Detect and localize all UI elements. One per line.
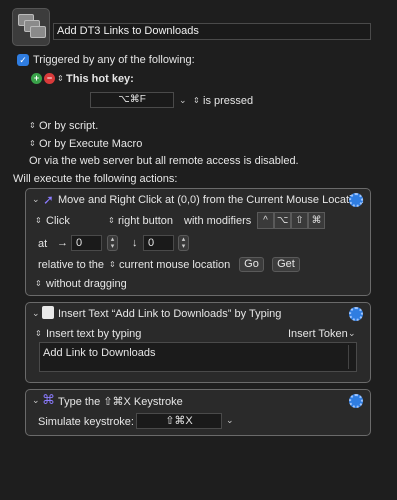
mode-updown-icon[interactable]: ⇕ [35,329,42,338]
is-pressed-select[interactable]: is pressed [203,95,253,107]
shift-modifier-button[interactable]: ⇧ [291,212,308,229]
or-by-execute-macro[interactable]: Or by Execute Macro [39,138,142,150]
action-type-keystroke[interactable]: ⌄ ⌘ Type the ⇧⌘X Keystroke Simulate keys… [25,389,371,436]
gear-icon[interactable] [349,193,363,207]
keystroke-field[interactable]: ⇧⌘X [136,413,222,429]
trigger-type-updown-icon[interactable]: ⇕ [57,74,64,83]
hotkey-field[interactable]: ⌥⌘F [90,92,174,108]
keystroke-chevron-icon[interactable]: ⌄ [226,415,234,426]
with-modifiers-label: with modifiers [184,215,252,227]
scrollbar[interactable] [348,345,354,369]
action-title: Type the ⇧⌘X Keystroke [58,396,183,408]
mouse-cursor-icon: ➚ [43,192,54,207]
remove-trigger-icon[interactable]: − [44,73,55,84]
insert-token-chevron-icon[interactable]: ⌄ [348,328,356,339]
option-modifier-button[interactable]: ⌥ [274,212,291,229]
script-updown-icon[interactable]: ⇕ [29,121,36,130]
x-arrow-icon: → [57,237,68,249]
web-server-note: Or via the web server but all remote acc… [29,155,299,167]
insert-mode-select[interactable]: Insert text by typing [46,328,141,340]
hotkey-chevron-icon[interactable]: ⌄ [179,95,187,106]
execute-updown-icon[interactable]: ⇕ [29,139,36,148]
y-stepper[interactable]: ▴ ▾ [178,235,189,251]
clipboard-icon [42,306,54,319]
action-move-click[interactable]: ⌄ ➚ Move and Right Click at (0,0) from t… [25,188,371,296]
gear-icon[interactable] [349,307,363,321]
window-glyph-icon [30,26,46,38]
x-field[interactable]: 0 [71,235,102,251]
disclosure-chevron-icon[interactable]: ⌄ [32,308,40,319]
go-button[interactable]: Go [239,257,264,272]
macro-icon [12,8,50,46]
or-by-script[interactable]: Or by script. [39,120,98,132]
command-key-icon: ⌘ [42,392,55,407]
click-select[interactable]: Click [46,215,70,227]
triggered-checkbox[interactable]: ✓ [17,54,29,66]
at-label: at [38,238,48,250]
disclosure-chevron-icon[interactable]: ⌄ [32,395,40,406]
macro-name-field[interactable]: Add DT3 Links to Downloads [53,23,371,40]
relative-updown-icon[interactable]: ⇕ [109,260,116,269]
y-field[interactable]: 0 [143,235,174,251]
add-trigger-icon[interactable]: + [31,73,42,84]
drag-updown-icon[interactable]: ⇕ [35,279,42,288]
command-modifier-button[interactable]: ⌘ [308,212,325,229]
triggered-by-label: Triggered by any of the following: [33,54,195,66]
insert-token-menu[interactable]: Insert Token [288,328,348,340]
text-area[interactable]: Add Link to Downloads [39,342,357,372]
click-updown-icon[interactable]: ⇕ [35,216,42,225]
text-area-value: Add Link to Downloads [43,347,156,359]
button-select[interactable]: right button [118,215,173,227]
hotkey-label: This hot key: [66,73,134,85]
action-title: Insert Text “Add Link to Downloads” by T… [58,308,282,320]
button-updown-icon[interactable]: ⇕ [108,216,115,225]
simulate-keystroke-label: Simulate keystroke: [38,416,134,428]
get-button[interactable]: Get [272,257,300,272]
gear-icon[interactable] [349,394,363,408]
relative-select[interactable]: current mouse location [119,259,230,271]
disclosure-chevron-icon[interactable]: ⌄ [32,194,40,205]
action-title: Move and Right Click at (0,0) from the C… [58,194,364,206]
x-stepper[interactable]: ▴ ▾ [107,235,118,251]
control-modifier-button[interactable]: ^ [257,212,274,229]
is-pressed-updown-icon[interactable]: ⇕ [193,96,200,105]
y-arrow-icon: ↓ [132,237,138,249]
action-insert-text[interactable]: ⌄ Insert Text “Add Link to Downloads” by… [25,302,371,383]
drag-select[interactable]: without dragging [46,278,127,290]
actions-heading: Will execute the following actions: [13,173,178,185]
relative-label: relative to the [38,259,105,271]
